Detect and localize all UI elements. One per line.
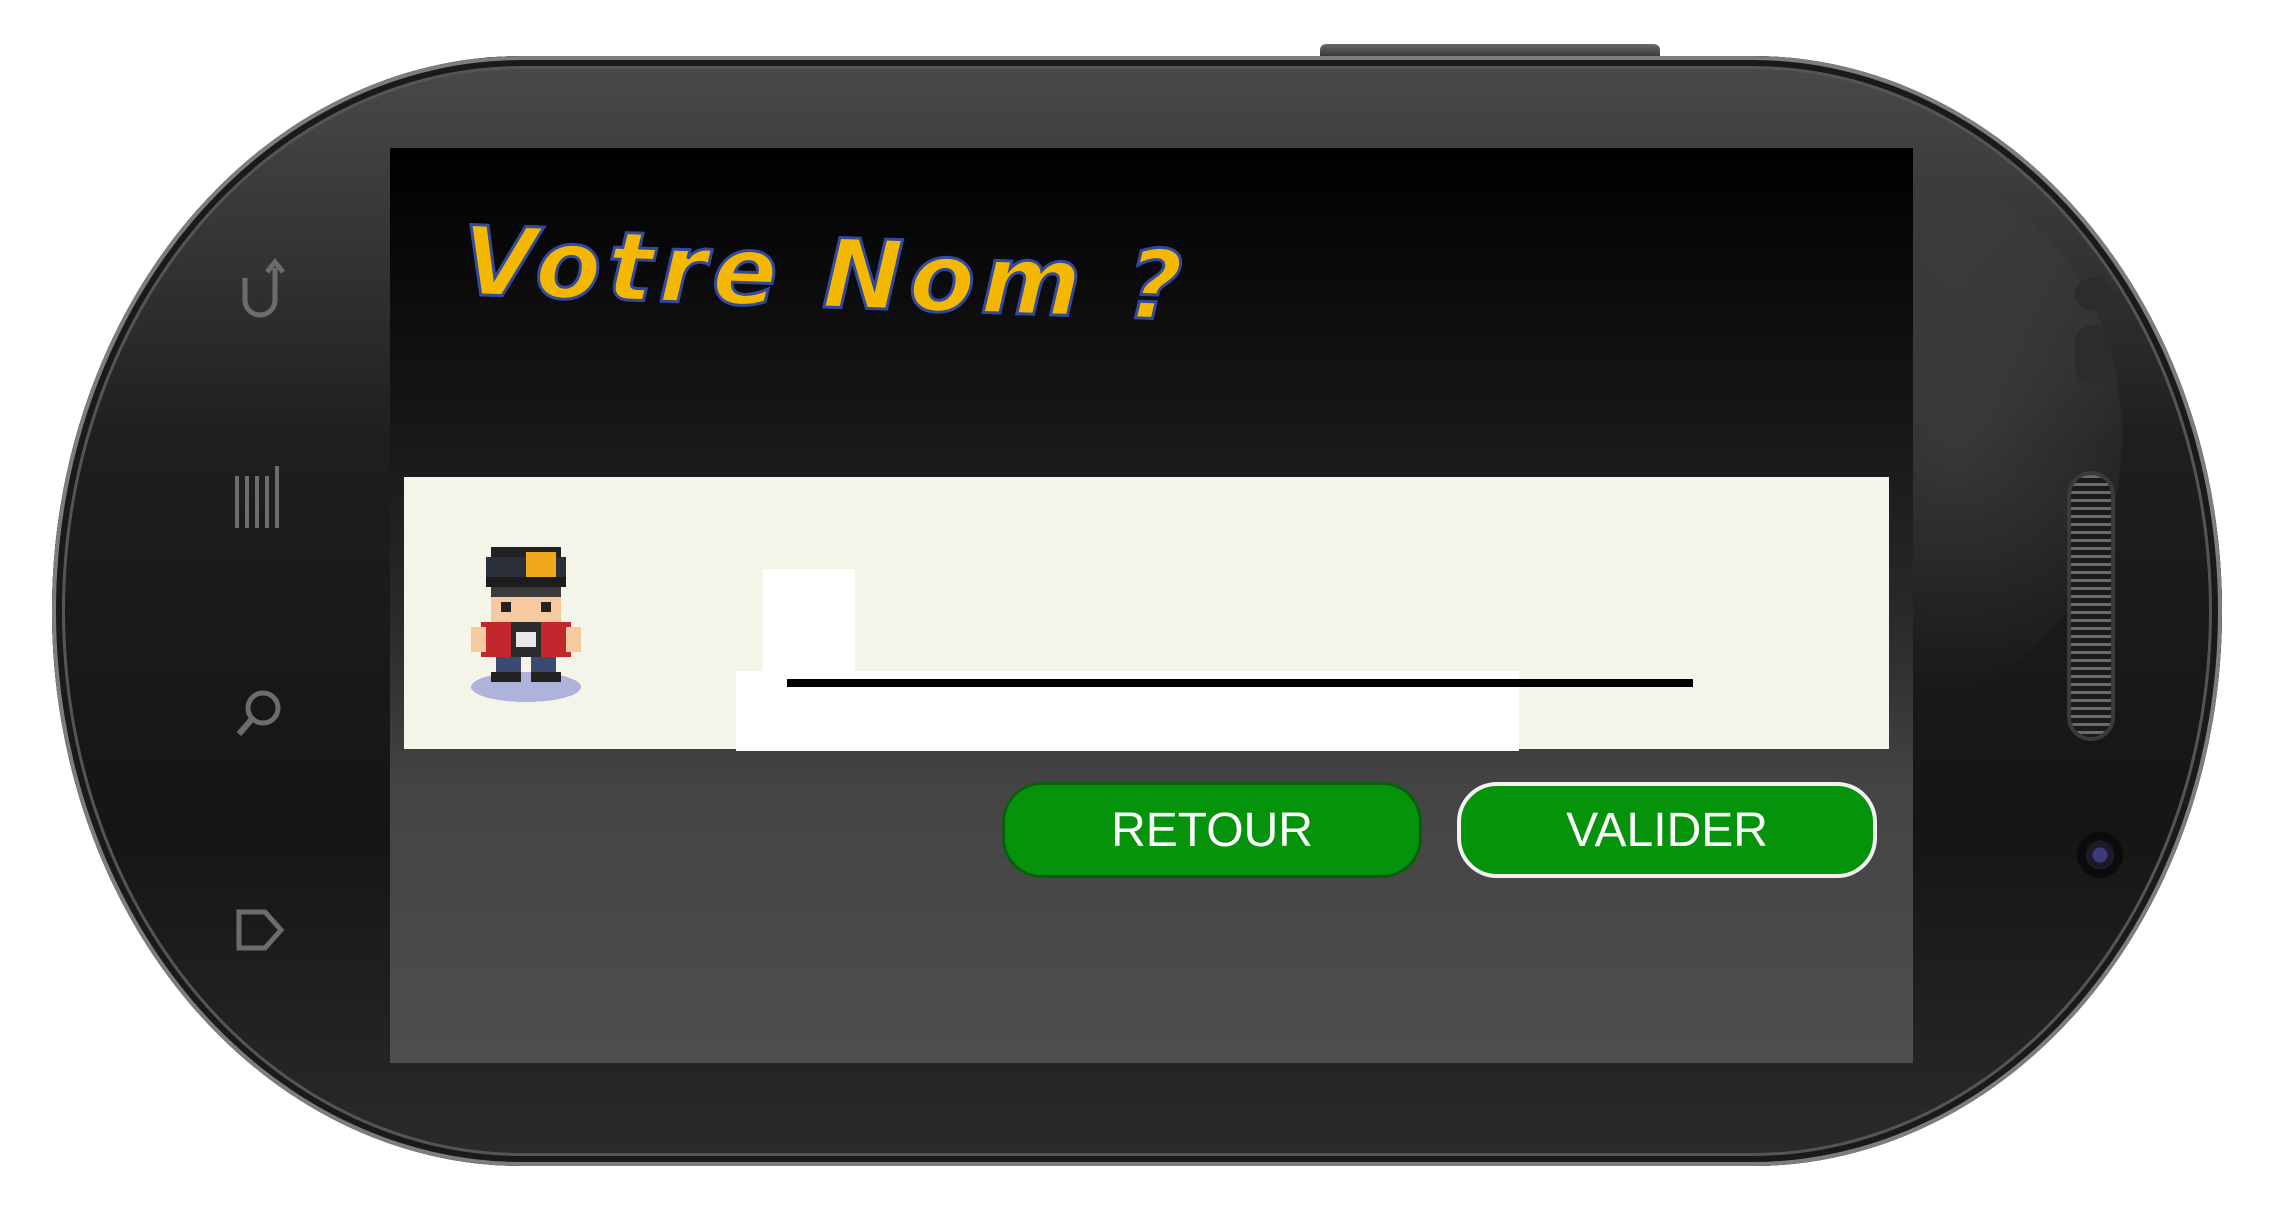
proximity-sensor (2075, 278, 2111, 310)
app-screen: Votre Nom ? RETOUR VALIDER (390, 148, 1913, 1063)
page-title: Votre Nom ? (459, 204, 1192, 344)
light-sensor (2075, 325, 2111, 385)
trainer-sprite-icon (466, 537, 586, 707)
camera-lens-icon (2077, 832, 2123, 878)
back-button[interactable]: RETOUR (1002, 782, 1422, 878)
stage: Votre Nom ? RETOUR VALIDER (0, 0, 2285, 1211)
back-button-label: RETOUR (1111, 803, 1313, 857)
menu-icon[interactable] (225, 456, 295, 536)
name-input[interactable] (787, 607, 1693, 687)
validate-button[interactable]: VALIDER (1457, 782, 1877, 878)
search-icon[interactable] (225, 672, 295, 752)
speaker-grille (2071, 475, 2111, 737)
validate-button-label: VALIDER (1566, 803, 1768, 857)
name-panel (404, 477, 1889, 751)
back-icon[interactable] (225, 248, 295, 328)
home-icon[interactable] (225, 890, 295, 970)
